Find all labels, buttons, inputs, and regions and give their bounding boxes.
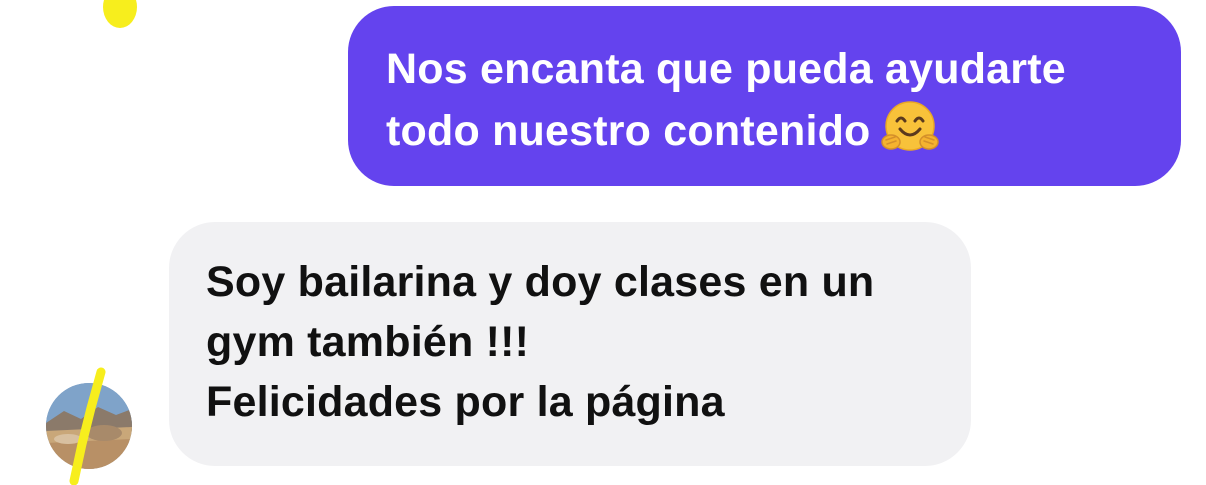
incoming-message-bubble[interactable]: Soy bailarina y doy clases en un gym tam… [169,222,971,466]
message-line: Soy bailarina y doy clases en un [206,258,875,306]
hugging-face-emoji-icon [880,99,939,157]
message-line: todo nuestro contenido [386,99,1145,161]
message-line: Felicidades por la página [206,378,725,426]
contact-avatar[interactable] [46,383,132,469]
message-line-text: todo nuestro contenido [386,107,871,155]
outgoing-message-bubble[interactable]: Nos encanta que pueda ayudarte todo nues… [348,6,1181,186]
highlighter-mark [103,0,137,28]
message-line: Nos encanta que pueda ayudarte [386,45,1066,93]
message-line: gym también !!! [206,318,530,366]
